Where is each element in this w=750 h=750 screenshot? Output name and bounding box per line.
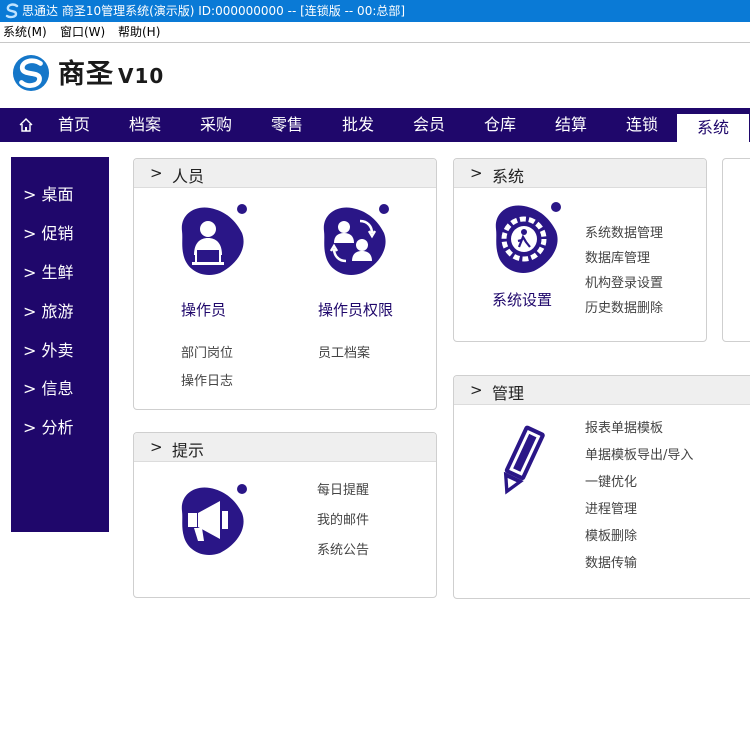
nav-settlement[interactable]: 结算 <box>536 108 606 142</box>
nav-system[interactable]: 系统 <box>677 114 749 142</box>
personnel-panel-title: 人员 <box>172 167 205 186</box>
menu-help[interactable]: 帮助(H) <box>118 22 160 42</box>
system-announcement-link[interactable]: 系统公告 <box>317 539 369 558</box>
nav-warehouse[interactable]: 仓库 <box>465 108 535 142</box>
database-management-link[interactable]: 数据库管理 <box>585 247 650 266</box>
menu-bar: 系统(M) 窗口(W) 帮助(H) <box>0 22 750 43</box>
chevron-right-icon: > <box>150 438 163 456</box>
system-data-management-link[interactable]: 系统数据管理 <box>585 222 663 241</box>
nav-purchase[interactable]: 采购 <box>181 108 251 142</box>
brand-logo-icon <box>12 54 50 92</box>
app-logo-icon <box>5 3 19 19</box>
system-panel: > 系统 系统设置 系统数据管理 数据库管理 机构登录设置 历史数据删除 <box>453 158 707 342</box>
operation-log-link[interactable]: 操作日志 <box>181 370 233 389</box>
nav-member[interactable]: 会员 <box>394 108 464 142</box>
template-delete-link[interactable]: 模板删除 <box>585 525 637 544</box>
personnel-panel: > 人员 操作员 部门岗位 操作日志 操作员权限 员工档案 <box>133 158 437 410</box>
history-data-delete-link[interactable]: 历史数据删除 <box>585 297 663 316</box>
one-click-optimize-link[interactable]: 一键优化 <box>585 471 637 490</box>
sidebar-item-takeout[interactable]: > 外卖 <box>23 337 74 361</box>
sidebar-item-desktop[interactable]: > 桌面 <box>23 181 74 205</box>
my-mail-link[interactable]: 我的邮件 <box>317 509 369 528</box>
brand-version: V10 <box>118 64 165 88</box>
daily-reminder-link[interactable]: 每日提醒 <box>317 479 369 498</box>
chevron-right-icon: > <box>150 164 163 182</box>
offscreen-panel <box>722 158 750 342</box>
title-bar: 思通达 商圣10管理系统(演示版) ID:000000000 -- [连锁版 -… <box>0 0 750 22</box>
personnel-panel-header: > 人员 <box>134 159 436 188</box>
operator-permission-icon[interactable] <box>316 203 392 279</box>
brand-name: 商圣 <box>58 59 114 90</box>
department-position-link[interactable]: 部门岗位 <box>181 342 233 361</box>
operator-permission-label[interactable]: 操作员权限 <box>318 299 393 320</box>
system-panel-header: > 系统 <box>454 159 706 188</box>
management-panel: > 管理 报表单据模板 单据模板导出/导入 一键优化 进程管理 模板删除 数据传… <box>453 375 750 599</box>
employee-archive-link[interactable]: 员工档案 <box>318 342 370 361</box>
sidebar: > 桌面 > 促销 > 生鲜 > 旅游 > 外卖 > 信息 > 分析 <box>11 157 109 532</box>
tips-panel: > 提示 每日提醒 我的邮件 系统公告 <box>133 432 437 598</box>
operator-label[interactable]: 操作员 <box>181 299 226 320</box>
chevron-right-icon: > <box>470 164 483 182</box>
nav-retail[interactable]: 零售 <box>252 108 322 142</box>
menu-window[interactable]: 窗口(W) <box>60 22 105 42</box>
tips-panel-header: > 提示 <box>134 433 436 462</box>
management-panel-title: 管理 <box>492 384 525 403</box>
report-template-link[interactable]: 报表单据模板 <box>585 417 663 436</box>
home-icon[interactable] <box>18 117 34 133</box>
brand-title: 商圣 V10 <box>58 52 164 91</box>
window-title: 思通达 商圣10管理系统(演示版) ID:000000000 -- [连锁版 -… <box>22 4 406 18</box>
nav-chain[interactable]: 连锁 <box>607 108 677 142</box>
operator-icon[interactable] <box>174 203 250 279</box>
sidebar-item-promotion[interactable]: > 促销 <box>23 220 74 244</box>
data-transfer-link[interactable]: 数据传输 <box>585 552 637 571</box>
sidebar-item-travel[interactable]: > 旅游 <box>23 298 74 322</box>
nav-home[interactable]: 首页 <box>39 108 109 142</box>
nav-archives[interactable]: 档案 <box>110 108 180 142</box>
menu-system[interactable]: 系统(M) <box>3 22 47 42</box>
sidebar-item-analysis[interactable]: > 分析 <box>23 414 74 438</box>
chevron-right-icon: > <box>470 381 483 399</box>
system-panel-title: 系统 <box>492 167 525 186</box>
megaphone-icon <box>181 484 247 556</box>
pencil-icon <box>503 425 545 495</box>
main-nav: 首页 档案 采购 零售 批发 会员 仓库 结算 连锁 系统 <box>0 108 750 142</box>
system-settings-label[interactable]: 系统设置 <box>492 289 552 310</box>
tips-panel-title: 提示 <box>172 441 205 460</box>
process-management-link[interactable]: 进程管理 <box>585 498 637 517</box>
org-login-settings-link[interactable]: 机构登录设置 <box>585 272 663 291</box>
sidebar-item-fresh[interactable]: > 生鲜 <box>23 259 74 283</box>
sidebar-item-info[interactable]: > 信息 <box>23 375 74 399</box>
system-settings-icon[interactable] <box>488 201 564 277</box>
nav-wholesale[interactable]: 批发 <box>323 108 393 142</box>
template-export-import-link[interactable]: 单据模板导出/导入 <box>585 444 693 463</box>
management-panel-header: > 管理 <box>454 376 750 405</box>
